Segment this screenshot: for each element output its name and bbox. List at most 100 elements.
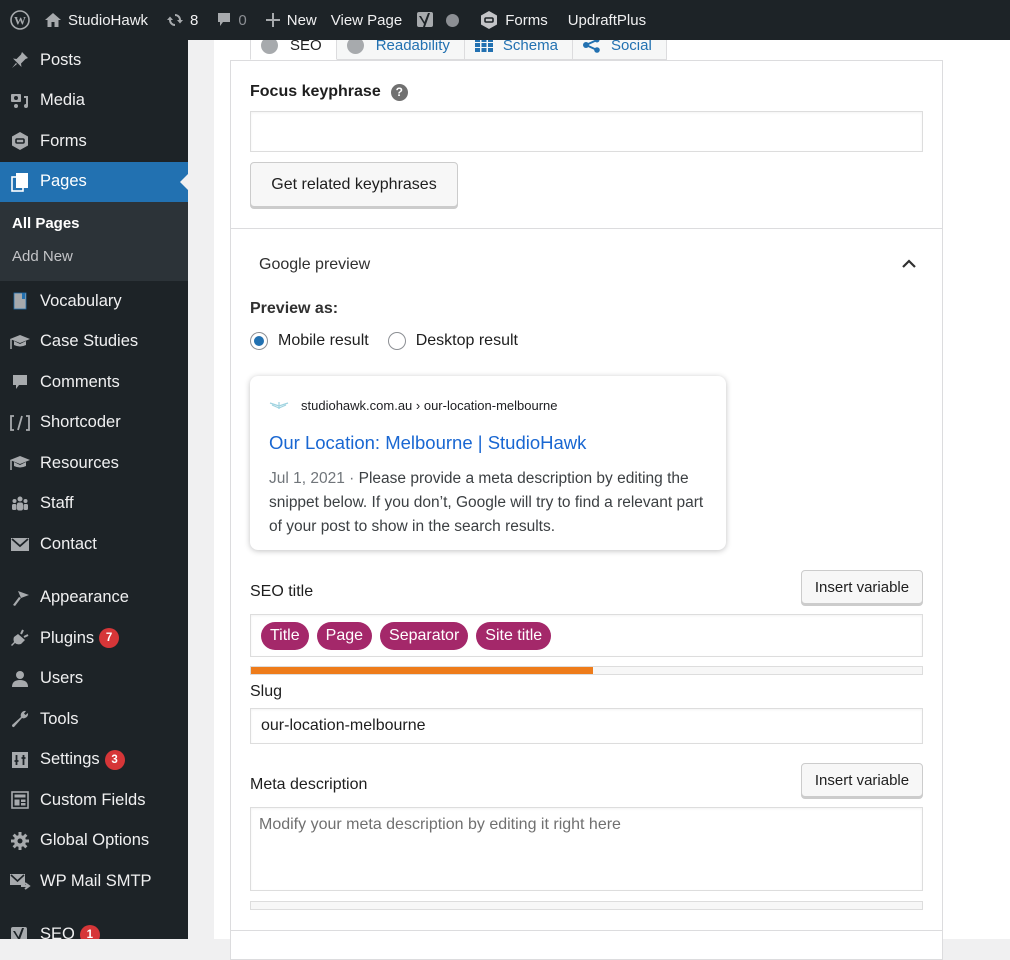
sidebar-item-media[interactable]: Media [0, 81, 188, 122]
sidebar-item-forms[interactable]: Forms [0, 121, 188, 162]
snippet-variable-chip[interactable]: Site title [476, 621, 552, 650]
sidebar-item-tools[interactable]: Tools [0, 699, 188, 740]
admin-bar: W StudioHawk 8 0 New View Page Forms Upd… [0, 0, 1010, 40]
sidebar-item-label: WP Mail SMTP [40, 871, 152, 890]
desktop-result-label[interactable]: Desktop result [416, 332, 518, 350]
get-related-keyphrases-button[interactable]: Get related keyphrases [250, 162, 458, 207]
sidebar-item-label: Plugins [40, 628, 95, 647]
notification-badge: 7 [99, 628, 120, 649]
snippet-variable-chip[interactable]: Separator [380, 621, 469, 650]
updates-icon [166, 11, 184, 29]
sidebar-item-label: Posts [40, 50, 82, 69]
comments-count: 0 [238, 11, 247, 29]
sidebar-item-comments[interactable]: Comments [0, 362, 188, 403]
wrench-icon [9, 708, 31, 730]
site-name-link[interactable]: StudioHawk [37, 0, 155, 40]
seo-title-input[interactable]: Title Page Separator Site title [250, 614, 923, 657]
serp-date: Jul 1, 2021 [269, 470, 345, 487]
sidebar-item-resources[interactable]: Resources [0, 443, 188, 484]
notification-badge: 3 [104, 749, 125, 770]
sidebar-item-plugins[interactable]: Plugins 7 [0, 618, 188, 659]
home-icon [44, 11, 62, 29]
svg-text:W: W [14, 14, 26, 28]
gear-icon [9, 830, 31, 852]
sidebar-item-label: Tools [40, 709, 79, 728]
sidebar-item-label: Media [40, 91, 85, 110]
forms-menu[interactable]: Forms [472, 0, 555, 40]
sidebar-item-seo[interactable]: SEO 1 [0, 915, 188, 939]
forms-icon [9, 130, 31, 152]
updraftplus-menu[interactable]: UpdraftPlus [561, 0, 653, 40]
sidebar-item-global-options[interactable]: Global Options [0, 821, 188, 862]
snippet-variable-chip[interactable]: Page [316, 621, 373, 650]
meta-description-length-progress [250, 901, 923, 910]
yoast-metabox: Focus keyphrase ? Get related keyphrases… [214, 30, 1010, 960]
site-name: StudioHawk [68, 11, 149, 29]
sidebar-item-label: Pages [40, 172, 87, 191]
google-serp-preview: studiohawk.com.au › our-location-melbour… [250, 376, 726, 550]
preview-mode-radio-group: Mobile result Desktop result [250, 332, 537, 350]
sidebar-item-label: Forms [40, 131, 87, 150]
plugin-icon [9, 627, 31, 649]
sidebar-item-wp-mail-smtp[interactable]: WP Mail SMTP [0, 861, 188, 902]
focus-keyphrase-section: Focus keyphrase ? Get related keyphrases [231, 61, 942, 229]
sidebar-item-vocabulary[interactable]: Vocabulary [0, 281, 188, 322]
new-content-link[interactable]: New [258, 0, 324, 40]
user-icon [9, 668, 31, 690]
admin-sidebar: Posts Media Forms Pages All Pages Add New V… [0, 40, 188, 939]
slug-input[interactable]: our-location-melbourne [250, 708, 923, 744]
mobile-result-radio[interactable] [250, 332, 268, 350]
pages-icon [9, 171, 31, 193]
shortcode-icon [9, 412, 31, 434]
meta-description-input[interactable]: Modify your meta description by editing … [250, 807, 923, 891]
sidebar-item-contact[interactable]: Contact [0, 524, 188, 565]
sidebar-item-label: Comments [40, 372, 120, 391]
seo-panel: Focus keyphrase ? Get related keyphrases… [230, 60, 943, 960]
comment-icon [9, 371, 31, 393]
yoast-icon [9, 924, 31, 939]
sidebar-item-label: Users [40, 669, 84, 688]
sidebar-item-users[interactable]: Users [0, 659, 188, 700]
book-icon [9, 290, 31, 312]
yoast-seo-menu[interactable] [409, 0, 466, 40]
seo-title-insert-variable-button[interactable]: Insert variable [801, 570, 923, 604]
seo-notification-badge: 1 [79, 924, 100, 939]
sidebar-item-label: Resources [40, 453, 119, 472]
mobile-result-label[interactable]: Mobile result [278, 332, 369, 350]
grid-icon [474, 38, 493, 52]
snippet-variable-chip[interactable]: Title [261, 621, 309, 650]
pages-submenu: All Pages Add New [0, 202, 188, 281]
updates-link[interactable]: 8 [159, 0, 205, 40]
content-gutter [188, 40, 214, 939]
sidebar-item-label: Staff [40, 494, 74, 513]
sidebar-item-shortcoder[interactable]: Shortcoder [0, 403, 188, 444]
sidebar-item-custom-fields[interactable]: Custom Fields [0, 780, 188, 821]
seo-score-dot-icon [446, 13, 460, 27]
forms-icon [479, 10, 499, 30]
comments-link[interactable]: 0 [209, 0, 253, 40]
sidebar-item-appearance[interactable]: Appearance [0, 578, 188, 619]
wordpress-icon: W [10, 10, 30, 30]
serp-title: Our Location: Melbourne | StudioHawk [269, 432, 587, 453]
focus-keyphrase-input[interactable] [250, 111, 923, 152]
chevron-up-icon[interactable] [901, 257, 917, 275]
desktop-result-radio[interactable] [387, 332, 406, 350]
sidebar-item-pages[interactable]: Pages [0, 161, 188, 202]
new-label: New [286, 11, 317, 29]
view-page-link[interactable]: View Page [324, 0, 409, 40]
sidebar-item-posts[interactable]: Posts [0, 40, 188, 81]
sidebar-item-label: Settings [40, 750, 100, 769]
sidebar-item-settings[interactable]: Settings 3 [0, 740, 188, 781]
submenu-all-pages[interactable]: All Pages [0, 207, 188, 240]
groups-icon [9, 493, 31, 515]
google-preview-toggle[interactable]: Google preview [259, 256, 370, 274]
seo-title-length-progress [250, 666, 923, 675]
submenu-add-new[interactable]: Add New [0, 240, 188, 273]
help-icon[interactable]: ? [390, 83, 408, 101]
wordpress-logo-button[interactable]: W [0, 0, 37, 40]
sidebar-item-case-studies[interactable]: Case Studies [0, 322, 188, 363]
sidebar-item-staff[interactable]: Staff [0, 484, 188, 525]
comment-icon [216, 11, 232, 29]
sidebar-item-label: Shortcoder [40, 413, 121, 432]
meta-description-insert-variable-button[interactable]: Insert variable [801, 763, 923, 797]
